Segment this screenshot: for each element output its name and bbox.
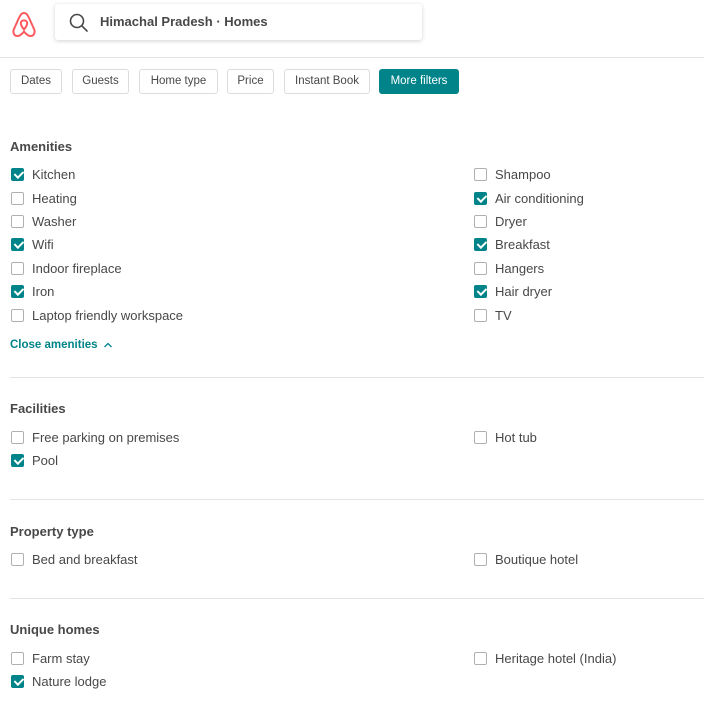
facility-free-parking[interactable]: Free parking on premises bbox=[11, 429, 179, 445]
checkbox-label: Wifi bbox=[32, 236, 54, 252]
checkbox-label: Laptop friendly workspace bbox=[32, 307, 184, 323]
chevron-up-icon bbox=[103, 342, 112, 348]
property-boutique-hotel[interactable]: Boutique hotel bbox=[474, 551, 578, 567]
unique-farm-stay[interactable]: Farm stay bbox=[11, 650, 90, 666]
checkbox[interactable] bbox=[11, 261, 24, 275]
checkbox[interactable] bbox=[11, 430, 24, 444]
checkbox[interactable] bbox=[11, 191, 24, 205]
checkbox-label: Dryer bbox=[495, 213, 527, 229]
divider bbox=[10, 598, 704, 599]
close-amenities-link[interactable]: Close amenities bbox=[10, 339, 112, 351]
checkbox[interactable] bbox=[474, 651, 487, 665]
checkbox-label: Hot tub bbox=[495, 429, 537, 445]
checkbox-label: Washer bbox=[32, 213, 77, 229]
checkbox[interactable] bbox=[11, 674, 24, 688]
checkbox-label: Nature lodge bbox=[32, 673, 107, 689]
checkbox[interactable] bbox=[11, 308, 24, 322]
checkbox-label: Heating bbox=[32, 190, 77, 206]
home-type-filter-button[interactable]: Home type bbox=[139, 69, 218, 94]
property-bed-and-breakfast[interactable]: Bed and breakfast bbox=[11, 551, 138, 567]
amenity-heating[interactable]: Heating bbox=[11, 190, 77, 206]
airbnb-logo-icon[interactable] bbox=[11, 10, 37, 38]
amenity-hair-dryer[interactable]: Hair dryer bbox=[474, 283, 552, 299]
checkbox-label: Indoor fireplace bbox=[32, 260, 122, 276]
guests-filter-button[interactable]: Guests bbox=[72, 69, 129, 94]
checkbox-label: Kitchen bbox=[32, 166, 76, 182]
search-box[interactable]: Himachal Pradesh · Homes bbox=[55, 4, 422, 40]
divider bbox=[10, 499, 704, 500]
amenity-kitchen[interactable]: Kitchen bbox=[11, 166, 75, 182]
facilities-title: Facilities bbox=[10, 401, 66, 416]
facility-pool[interactable]: Pool bbox=[11, 452, 58, 468]
checkbox-label: TV bbox=[495, 307, 512, 323]
checkbox-label: Bed and breakfast bbox=[32, 551, 138, 567]
checkbox[interactable] bbox=[11, 284, 24, 298]
checkbox[interactable] bbox=[11, 167, 24, 181]
amenity-wifi[interactable]: Wifi bbox=[11, 236, 54, 252]
checkbox-label: Boutique hotel bbox=[495, 551, 579, 567]
checkbox-label: Breakfast bbox=[495, 236, 550, 252]
unique-heritage-hotel[interactable]: Heritage hotel (India) bbox=[474, 650, 616, 666]
checkbox[interactable] bbox=[474, 167, 487, 181]
checkbox-label: Farm stay bbox=[32, 650, 90, 666]
checkbox[interactable] bbox=[11, 237, 24, 251]
checkbox[interactable] bbox=[11, 552, 24, 566]
more-filters-button[interactable]: More filters bbox=[379, 69, 459, 94]
checkbox[interactable] bbox=[474, 430, 487, 444]
checkbox-label: Air conditioning bbox=[495, 190, 584, 206]
checkbox-label: Free parking on premises bbox=[32, 429, 180, 445]
instant-book-filter-button[interactable]: Instant Book bbox=[284, 69, 370, 94]
unique-homes-title: Unique homes bbox=[10, 622, 100, 637]
checkbox[interactable] bbox=[474, 237, 487, 251]
checkbox-label: Iron bbox=[32, 283, 55, 299]
search-input[interactable]: Himachal Pradesh · Homes bbox=[100, 14, 268, 29]
checkbox[interactable] bbox=[474, 261, 487, 275]
amenity-breakfast[interactable]: Breakfast bbox=[474, 236, 550, 252]
facility-hot-tub[interactable]: Hot tub bbox=[474, 429, 537, 445]
checkbox[interactable] bbox=[474, 308, 487, 322]
amenity-indoor-fireplace[interactable]: Indoor fireplace bbox=[11, 260, 122, 276]
checkbox[interactable] bbox=[11, 453, 24, 467]
checkbox-label: Heritage hotel (India) bbox=[495, 650, 617, 666]
checkbox[interactable] bbox=[474, 191, 487, 205]
amenities-title: Amenities bbox=[10, 139, 73, 154]
close-amenities-label: Close amenities bbox=[10, 339, 98, 351]
checkbox[interactable] bbox=[11, 651, 24, 665]
divider bbox=[10, 377, 704, 378]
amenity-washer[interactable]: Washer bbox=[11, 213, 76, 229]
checkbox[interactable] bbox=[11, 214, 24, 228]
checkbox-label: Shampoo bbox=[495, 166, 551, 182]
price-filter-button[interactable]: Price bbox=[227, 69, 274, 94]
top-bar: Himachal Pradesh · Homes bbox=[0, 0, 704, 58]
amenity-tv[interactable]: TV bbox=[474, 307, 512, 323]
property-type-title: Property type bbox=[10, 524, 94, 539]
amenity-dryer[interactable]: Dryer bbox=[474, 213, 527, 229]
checkbox-label: Hangers bbox=[495, 260, 545, 276]
checkbox[interactable] bbox=[474, 214, 487, 228]
amenity-hangers[interactable]: Hangers bbox=[474, 260, 544, 276]
unique-nature-lodge[interactable]: Nature lodge bbox=[11, 673, 106, 689]
search-icon bbox=[69, 13, 88, 32]
checkbox-label: Hair dryer bbox=[495, 283, 553, 299]
amenity-laptop-workspace[interactable]: Laptop friendly workspace bbox=[11, 307, 183, 323]
dates-filter-button[interactable]: Dates bbox=[10, 69, 62, 94]
checkbox-label: Pool bbox=[32, 452, 59, 468]
amenity-air-conditioning[interactable]: Air conditioning bbox=[474, 190, 584, 206]
checkbox[interactable] bbox=[474, 552, 487, 566]
checkbox[interactable] bbox=[474, 284, 487, 298]
amenity-shampoo[interactable]: Shampoo bbox=[474, 166, 551, 182]
amenity-iron[interactable]: Iron bbox=[11, 283, 54, 299]
